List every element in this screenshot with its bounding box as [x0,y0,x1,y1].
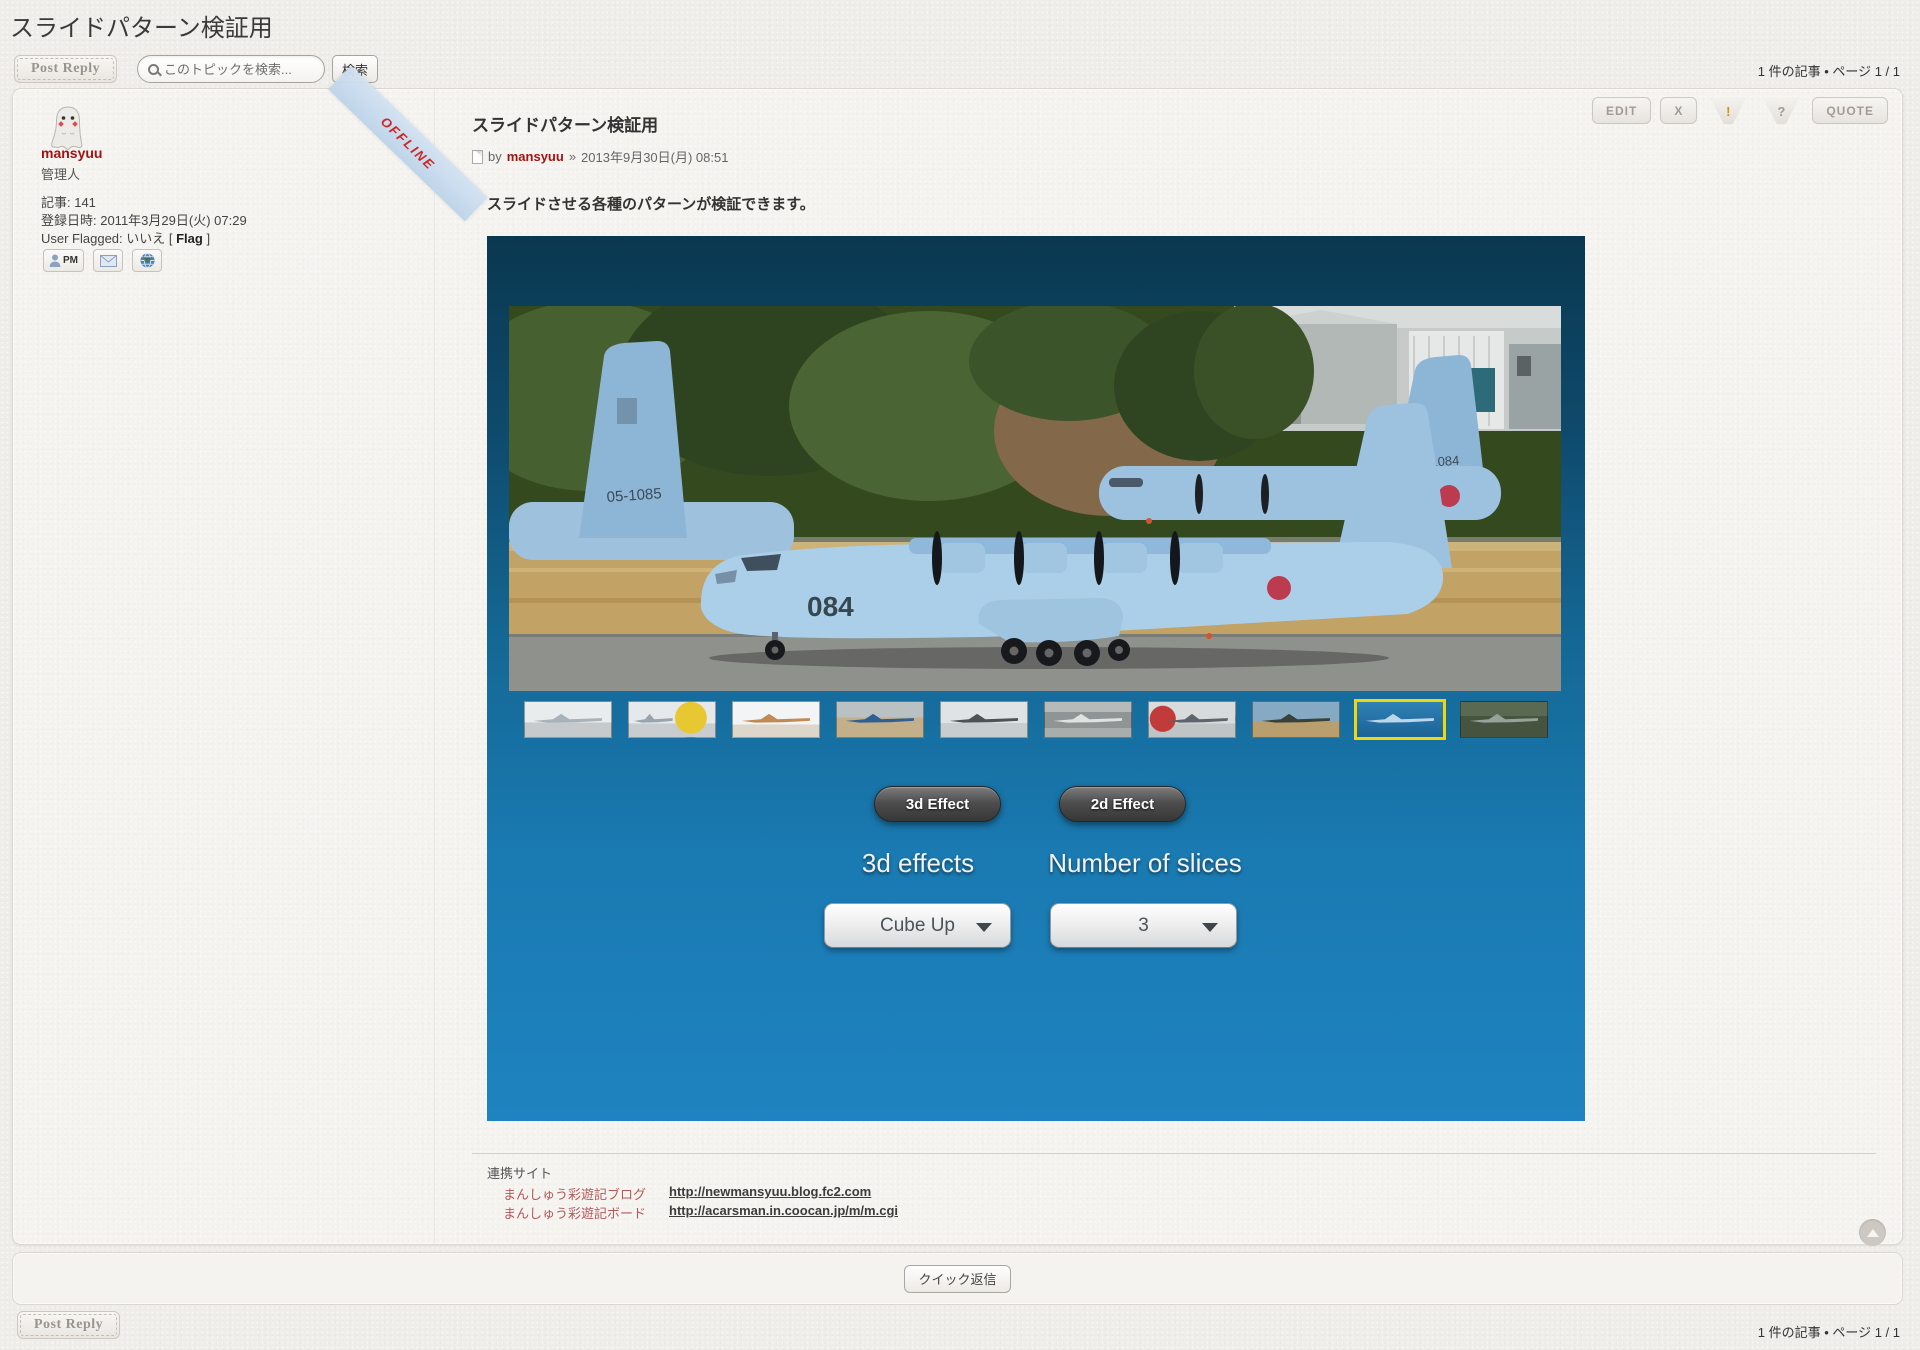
email-button[interactable] [93,249,123,272]
signature-site-name: まんしゅう彩遊記ボード [503,1203,655,1222]
forum-topic-page: { "page": { "title": "スライドパターン検証用", "top… [0,0,1920,1350]
signature-site-link[interactable]: http://newmansyuu.blog.fc2.com [669,1184,871,1203]
signature-heading: 連携サイト [487,1163,552,1182]
quick-reply-button[interactable]: クイック返信 [904,1265,1010,1293]
pm-button[interactable]: PM [43,249,84,272]
page-title: スライドパターン検証用 [10,8,273,43]
signature-site-name: まんしゅう彩遊記ブログ [503,1184,655,1203]
post-body-text: スライドさせる各種のパターンが検証できます。 [487,193,815,214]
contact-buttons: PM [43,249,162,272]
svg-text:084: 084 [807,591,854,622]
website-button[interactable] [132,249,162,272]
author-rank: 管理人 [41,164,80,183]
thumbnail[interactable] [732,701,820,738]
thumbnail[interactable] [1148,701,1236,738]
topic-pagination-bottom: 1 件の記事 • ページ 1 / 1 [1758,1322,1900,1341]
post-date: 2013年9月30日(月) 08:51 [581,147,728,166]
thumbnail[interactable] [1044,701,1132,738]
thumbnail-strip [524,701,1548,738]
thumbnail[interactable] [836,701,924,738]
author-stats: 記事: 141 登録日時: 2011年3月29日(火) 07:29 User F… [41,194,247,248]
user-flagged: User Flagged: いいえ [ Flag ] [41,230,247,248]
post-reply-button[interactable]: Post Reply [14,55,117,83]
offline-ribbon: OFFLINE [328,66,488,222]
post-panel: mansyuu 管理人 記事: 141 登録日時: 2011年3月29日(火) … [12,88,1903,1245]
slices-label: Number of slices [1027,848,1263,879]
report-button[interactable]: ! [1706,97,1750,125]
post-title[interactable]: スライドパターン検証用 [472,111,658,136]
post-icon [472,150,483,164]
signature-divider [472,1153,1876,1154]
signature-link-row: まんしゅう彩遊記ボード http://acarsman.in.coocan.jp… [503,1203,898,1222]
thumbnail[interactable] [524,701,612,738]
thumbnail[interactable] [940,701,1028,738]
column-divider [434,89,435,1244]
thumbnail[interactable] [1460,701,1548,738]
flag-link[interactable]: Flag [176,231,203,246]
search-icon [148,64,159,75]
slideshow-main-image[interactable]: 05-1085 05-1084 [509,306,1561,691]
signature-site-link[interactable]: http://acarsman.in.coocan.jp/m/m.cgi [669,1203,898,1222]
post-reply-button-bottom[interactable]: Post Reply [17,1311,120,1339]
quote-button[interactable]: QUOTE [1812,97,1888,124]
thumbnail[interactable] [628,701,716,738]
person-icon [49,254,61,267]
post-controls: EDIT X ! ? QUOTE [1592,97,1888,125]
effects-label: 3d effects [824,848,1012,879]
thumbnail[interactable] [1252,701,1340,738]
slices-select[interactable]: 3 [1050,903,1237,948]
info-button[interactable]: ? [1759,97,1803,125]
joined-date: 登録日時: 2011年3月29日(火) 07:29 [41,212,247,230]
quick-reply-bar: クイック返信 [12,1252,1903,1305]
signature-link-row: まんしゅう彩遊記ブログ http://newmansyuu.blog.fc2.c… [503,1184,871,1203]
edit-button[interactable]: EDIT [1592,97,1651,124]
post-byline: by mansyuu » 2013年9月30日(月) 08:51 [472,147,728,166]
chevron-down-icon [1202,923,1218,932]
effect-2d-button[interactable]: 2d Effect [1059,786,1186,822]
author-username[interactable]: mansyuu [41,145,102,161]
effect-select[interactable]: Cube Up [824,903,1011,948]
globe-icon [140,253,155,268]
posts-count: 記事: 141 [41,194,247,212]
delete-button[interactable]: X [1660,97,1697,124]
byline-author[interactable]: mansyuu [507,149,564,164]
search-input[interactable] [164,62,314,77]
scroll-top-button[interactable] [1859,1219,1886,1246]
thumbnail-selected[interactable] [1356,701,1444,738]
slideshow-widget: 05-1085 05-1084 [487,236,1585,1121]
chevron-down-icon [976,923,992,932]
effect-3d-button[interactable]: 3d Effect [874,786,1001,822]
topic-search-box[interactable] [137,55,325,83]
topic-pagination-top: 1 件の記事 • ページ 1 / 1 [1758,61,1900,80]
email-icon [100,255,117,267]
